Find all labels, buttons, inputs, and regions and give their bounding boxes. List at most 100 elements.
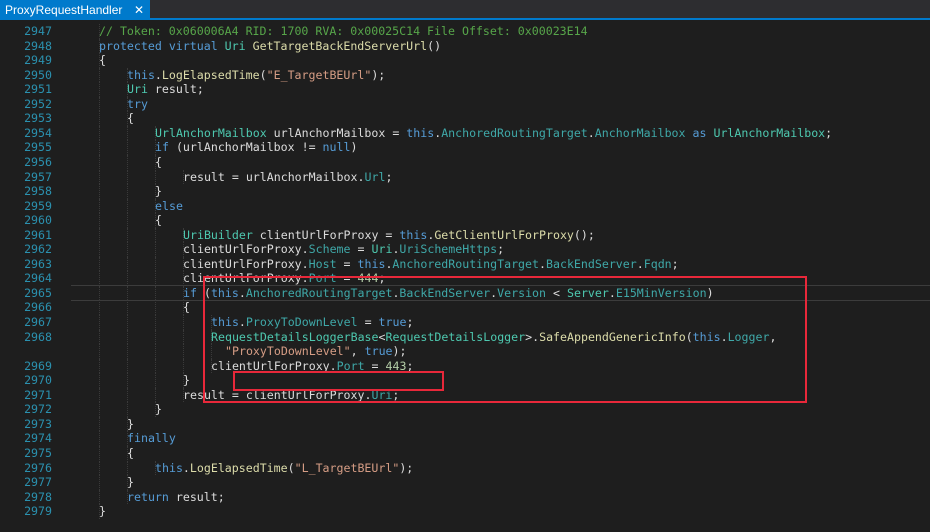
- code-text: }: [155, 184, 162, 199]
- code-token: ): [706, 285, 714, 300]
- indent-guide: [99, 431, 100, 446]
- line-number: 2952: [24, 96, 52, 111]
- indent-guide: [127, 154, 128, 170]
- code-text: return result;: [127, 490, 225, 505]
- indent-guide: [155, 285, 156, 301]
- code-line: 2958}: [0, 184, 930, 199]
- indent-guide: [155, 373, 156, 388]
- code-token: // Token: 0x060006A4 RID: 1700 RVA: 0x00…: [99, 24, 588, 38]
- code-token: .: [182, 460, 190, 475]
- line-number: 2953: [24, 111, 52, 126]
- code-line: 2961 UriBuilder clientUrlForProxy = this.…: [0, 227, 930, 243]
- code-token: 444: [357, 271, 379, 286]
- code-line: 2966 {: [0, 300, 930, 315]
- indent-guide: [127, 329, 128, 345]
- code-line: 2970}: [0, 373, 930, 388]
- indent-guide: [183, 315, 184, 330]
- code-line: 2960 {: [0, 213, 930, 228]
- code-text: if (this.AnchoredRoutingTarget.BackEndSe…: [183, 286, 714, 301]
- code-line: 2967 this.ProxyToDownLevel = true;: [0, 315, 930, 330]
- code-token: ProxyToDownLevel: [245, 315, 358, 329]
- code-token: (: [259, 67, 267, 82]
- code-token: <: [378, 329, 386, 344]
- code-token: {: [127, 111, 134, 126]
- code-token: E15MinVersion: [615, 285, 707, 300]
- indent-guide: [99, 315, 100, 330]
- code-token: Url: [364, 169, 386, 184]
- indent-guide: [155, 329, 156, 345]
- indent-guide: [99, 373, 100, 388]
- indent-guide: [183, 329, 184, 345]
- indent-guide: [127, 213, 128, 228]
- code-line: 2962 clientUrlForProxy.Scheme = Uri.UriSc…: [0, 242, 930, 257]
- code-line: 2959 else: [0, 198, 930, 214]
- code-token: =: [364, 358, 386, 373]
- code-token: RequestDetailsLogger: [385, 329, 526, 344]
- code-token: Port: [336, 358, 365, 373]
- indent-guide: [127, 242, 128, 257]
- code-token: >.: [525, 329, 540, 344]
- indent-guide: [155, 256, 156, 272]
- code-token: Server: [566, 285, 609, 300]
- code-token: ): [350, 140, 358, 155]
- code-token: ();: [573, 227, 595, 242]
- code-token: RequestDetailsLoggerBase: [211, 329, 379, 344]
- code-line: 2954 UrlAnchorMailbox urlAnchorMailbox = …: [0, 125, 930, 141]
- code-token: BackEndServer: [399, 285, 491, 300]
- code-token: clientUrlForProxy.: [183, 271, 309, 286]
- tab-bar: ProxyRequestHandler ✕: [0, 0, 930, 20]
- code-line: 2957 result = urlAnchorMailbox.Url;: [0, 169, 930, 185]
- code-token: result = urlAnchorMailbox.: [183, 169, 365, 184]
- code-token: .: [539, 256, 546, 271]
- tab-proxyrequesthandler[interactable]: ProxyRequestHandler ✕: [0, 0, 150, 20]
- close-icon[interactable]: ✕: [133, 0, 145, 20]
- code-line: 2955 if (urlAnchorMailbox != null): [0, 140, 930, 155]
- code-editor[interactable]: 2947 // Token: 0x060006A4 RID: 1700 RVA: …: [0, 20, 930, 532]
- indent-guide: [183, 344, 184, 359]
- code-token: );: [392, 344, 407, 359]
- indent-guide: [155, 315, 156, 330]
- code-token: }: [155, 184, 162, 199]
- code-token: result = clientUrlForProxy.: [183, 387, 372, 402]
- code-token: AnchoredRoutingTarget: [441, 125, 588, 140]
- code-token: ;: [385, 169, 393, 184]
- line-number: 2947: [24, 24, 52, 38]
- line-number: 2963: [24, 256, 52, 271]
- code-line: 2971 result = clientUrlForProxy.Uri;: [0, 387, 930, 403]
- line-number: 2954: [24, 125, 52, 140]
- code-token: clientUrlForProxy =: [252, 227, 400, 242]
- code-token: return: [127, 489, 169, 504]
- indent-guide: [127, 285, 128, 301]
- indent-guide: [127, 198, 128, 214]
- code-line: 2963 clientUrlForProxy.Host = this.Anchor…: [0, 256, 930, 272]
- code-token: clientUrlForProxy.: [211, 358, 337, 373]
- code-text: UriBuilder clientUrlForProxy = this.GetC…: [183, 228, 595, 243]
- code-token: }: [155, 402, 162, 417]
- code-token: LogElapsedTime: [161, 67, 260, 82]
- code-token: GetTargetBackEndServerUrl: [252, 38, 428, 53]
- indent-guide: [99, 387, 100, 403]
- code-line: 2973}: [0, 416, 930, 432]
- code-token: ;: [378, 271, 386, 286]
- line-number: 2949: [24, 53, 52, 68]
- code-text: finally: [127, 431, 176, 446]
- code-token: "L_TargetBEUrl": [294, 460, 400, 475]
- code-token: {: [155, 213, 162, 228]
- code-token: UrlAnchorMailbox: [713, 125, 826, 140]
- code-token: null: [322, 140, 351, 155]
- code-token: clientUrlForProxy.: [183, 242, 309, 257]
- indent-guide: [155, 169, 156, 185]
- indent-guide: [99, 300, 100, 315]
- line-number: 2971: [24, 387, 52, 402]
- code-line: 2947 // Token: 0x060006A4 RID: 1700 RVA: …: [0, 24, 930, 39]
- indent-guide: [99, 213, 100, 228]
- indent-guide: [127, 315, 128, 330]
- line-number: 2958: [24, 184, 52, 199]
- indent-guide: [127, 358, 128, 374]
- code-token: (): [427, 38, 442, 53]
- code-token: .: [608, 285, 616, 300]
- code-line: 2972}: [0, 402, 930, 417]
- indent-guide: [127, 271, 128, 286]
- code-token: SafeAppendGenericInfo: [539, 329, 686, 344]
